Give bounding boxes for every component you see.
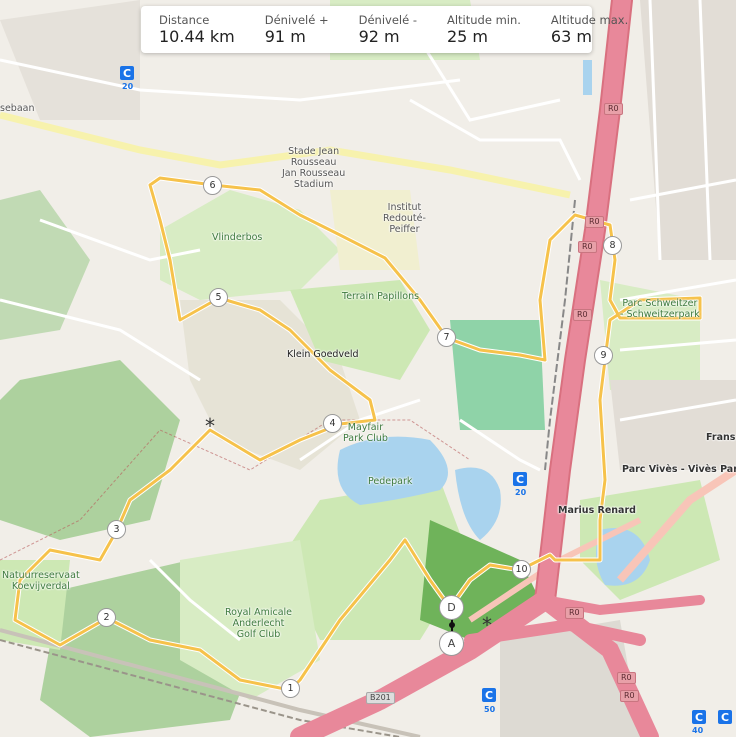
stat-label: Dénivelé +	[264, 12, 329, 27]
route-marker-1[interactable]: 1	[281, 679, 300, 698]
stat-label: Altitude min.	[446, 12, 521, 27]
place-label-frans: Frans	[706, 432, 736, 443]
place-label-stade: Stade Jean Rousseau Jan Rousseau Stadium	[282, 146, 346, 190]
place-label-goedveld: Klein Goedveld	[287, 349, 359, 360]
place-label-pedepark: Pedepark	[368, 476, 413, 487]
place-label-natuur: Natuurreservaat Koevijverdal	[2, 570, 80, 592]
bus-stop-icon[interactable]: C	[718, 710, 732, 724]
stat-descent: Dénivelé - 92 m	[359, 6, 417, 53]
stat-value: 63 m	[550, 26, 592, 46]
route-marker-2[interactable]: 2	[97, 608, 116, 627]
place-label-papillons: Terrain Papillons	[342, 291, 420, 302]
road-shield-r0: R0	[585, 216, 604, 228]
route-marker-10[interactable]: 10	[512, 560, 531, 579]
route-marker-3[interactable]: 3	[107, 520, 126, 539]
bus-stop-icon[interactable]: C	[692, 710, 706, 724]
road-shield-b201: B201	[366, 692, 395, 704]
route-marker-7[interactable]: 7	[437, 328, 456, 347]
map-view[interactable]: * * Distance 10.44 km Dénivelé + 91 m Dé…	[0, 0, 736, 737]
route-marker-5[interactable]: 5	[209, 288, 228, 307]
bus-stop-number: 20	[122, 82, 134, 91]
stat-altitude-min: Altitude min. 25 m	[447, 6, 521, 53]
stat-label: Dénivelé -	[358, 12, 417, 27]
route-marker-6[interactable]: 6	[203, 176, 222, 195]
stat-label: Altitude max.	[550, 12, 629, 27]
stat-value: 91 m	[264, 26, 306, 46]
bus-stop-icon[interactable]: C	[513, 472, 527, 486]
road-shield-r0: R0	[617, 672, 636, 684]
stat-label: Distance	[159, 12, 210, 27]
place-label-marius: Marius Renard	[558, 505, 636, 516]
road-shield-r0: R0	[578, 241, 597, 253]
place-label-vlinderbos: Vlinderbos	[212, 232, 263, 243]
road-shield-r0: R0	[565, 607, 584, 619]
stat-distance: Distance 10.44 km	[159, 6, 235, 53]
stat-value: 25 m	[446, 26, 489, 46]
bus-stop-number: 20	[515, 488, 527, 497]
bus-stop-number: 40	[692, 726, 704, 735]
place-label-vives: Parc Vivès - Vivès Park	[622, 464, 736, 475]
place-label-royal: Royal Amicale Anderlecht Golf Club	[225, 607, 293, 640]
stat-altitude-max: Altitude max. 63 m	[551, 6, 628, 53]
street-label-sebaan: sebaan	[0, 103, 35, 114]
place-label-institut: Institut Redouté- Peiffer	[383, 202, 426, 235]
road-shield-r0: R0	[604, 103, 623, 115]
route-marker-4[interactable]: 4	[323, 414, 342, 433]
svg-text:*: *	[482, 613, 492, 637]
svg-text:*: *	[205, 414, 215, 438]
road-shield-r0: R0	[573, 309, 592, 321]
road-shield-r0: R0	[620, 690, 639, 702]
route-start-marker[interactable]: D	[439, 595, 464, 620]
place-label-schweitzer: Parc Schweitzer - Schweitzerpark	[620, 298, 700, 320]
route-marker-9[interactable]: 9	[594, 346, 613, 365]
bus-stop-number: 50	[484, 705, 496, 714]
bus-stop-icon[interactable]: C	[120, 66, 134, 80]
route-end-marker[interactable]: A	[439, 631, 464, 656]
route-stats-panel: Distance 10.44 km Dénivelé + 91 m Dénive…	[141, 6, 628, 53]
route-marker-8[interactable]: 8	[603, 236, 622, 255]
map-base-layer: * *	[0, 0, 736, 737]
place-label-mayfair: Mayfair Park Club	[343, 422, 388, 444]
stat-value: 92 m	[358, 26, 400, 46]
stat-ascent: Dénivelé + 91 m	[265, 6, 329, 53]
stat-value: 10.44 km	[159, 26, 235, 46]
bus-stop-icon[interactable]: C	[482, 688, 496, 702]
